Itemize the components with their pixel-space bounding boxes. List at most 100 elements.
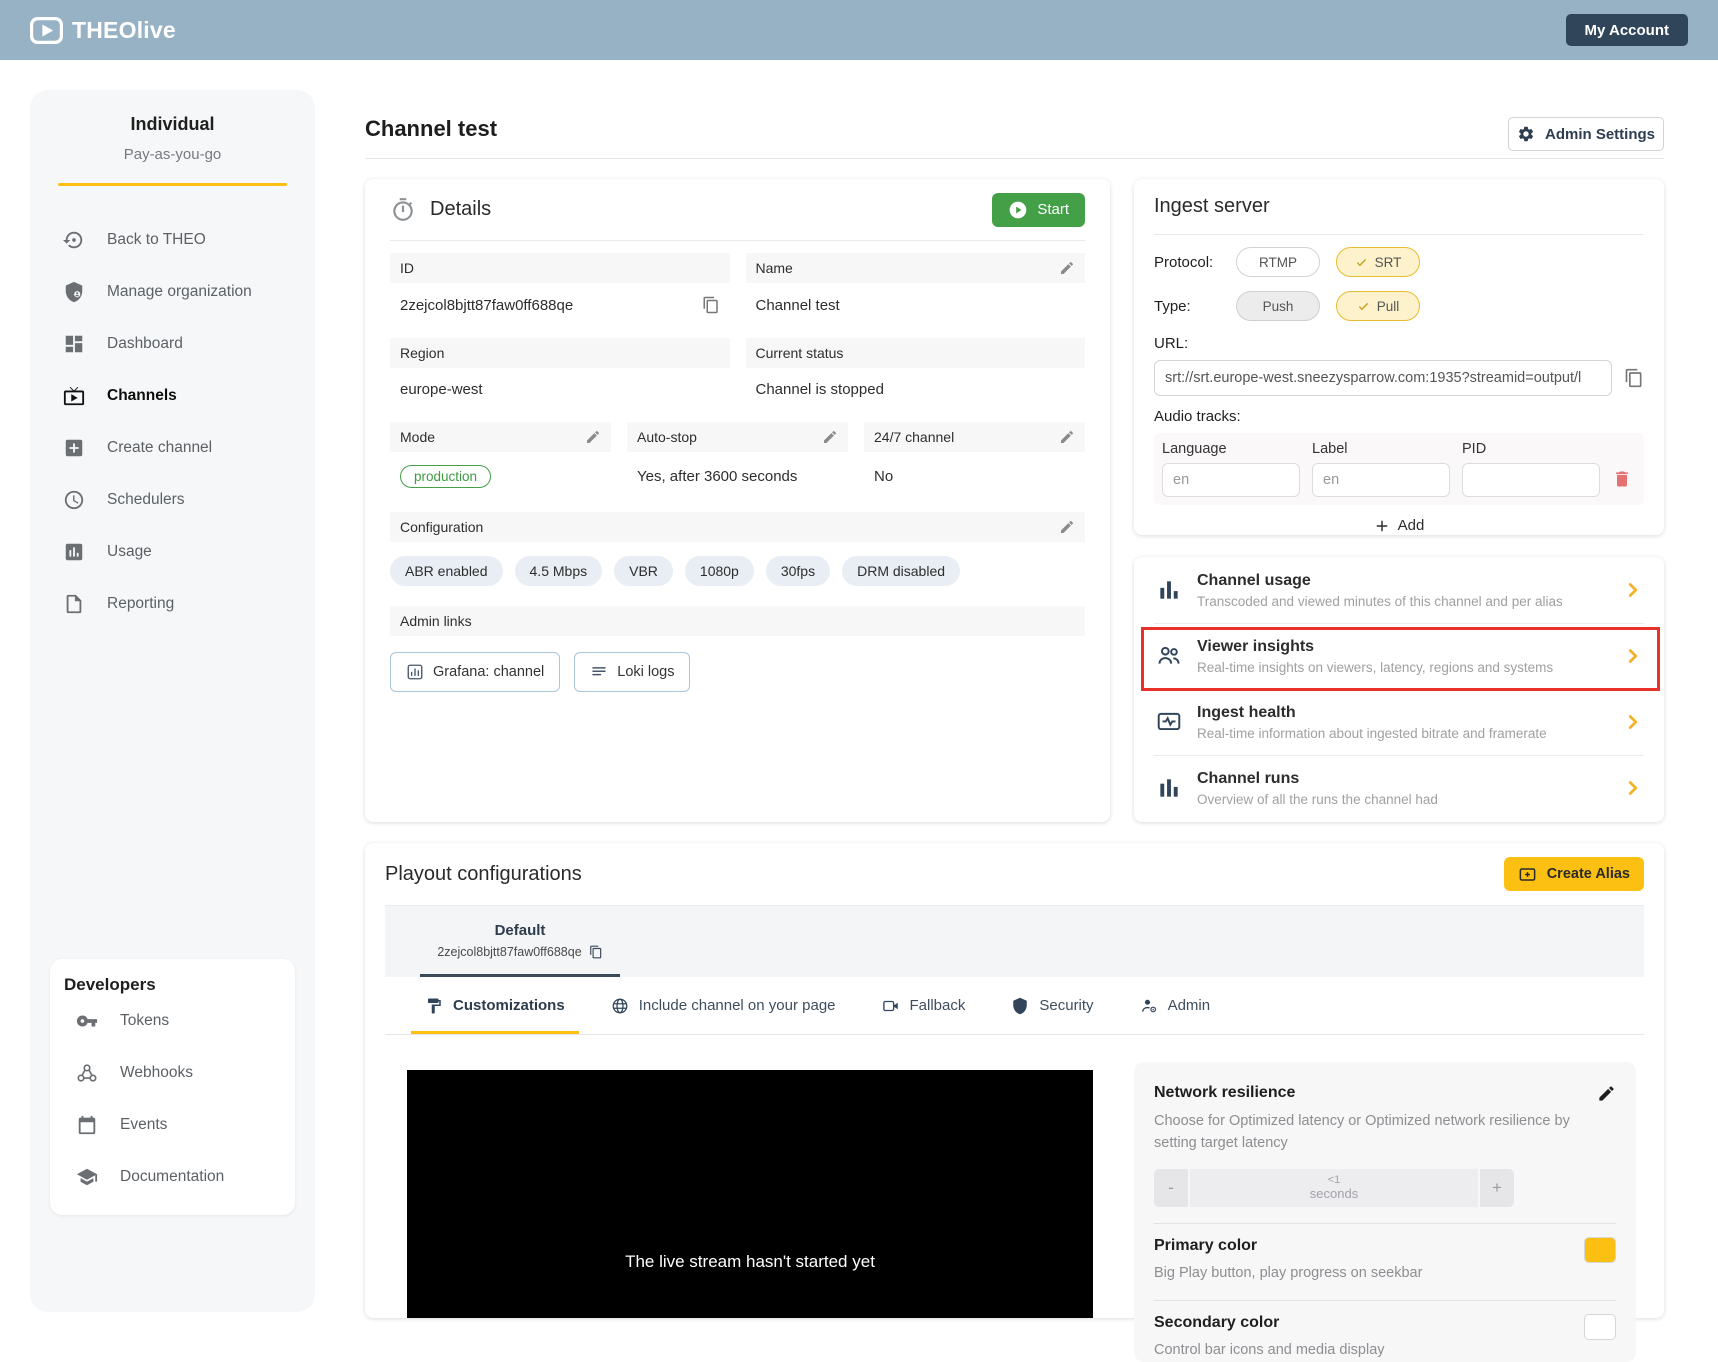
tab-label: Fallback (910, 997, 966, 1014)
ingest-url-input[interactable] (1154, 360, 1612, 396)
rtmp-label: RTMP (1259, 255, 1297, 270)
copy-url-icon[interactable] (1624, 368, 1644, 388)
edit-configuration-pencil-icon[interactable] (1059, 519, 1075, 535)
sidebar-item-label: Schedulers (107, 491, 185, 509)
audio-label-field: Label (1312, 441, 1450, 497)
details-card: Details Start ID Name 2zejcol8bjtt87faw0… (365, 179, 1110, 822)
sidebar-item-events[interactable]: Events (50, 1099, 295, 1151)
delete-audio-track-button[interactable] (1612, 469, 1632, 489)
video-camera-icon (882, 997, 900, 1015)
sidebar-item-label: Dashboard (107, 335, 183, 353)
id-value-row: 2zejcol8bjtt87faw0ff688qe (390, 283, 730, 338)
tv-icon (63, 385, 85, 407)
protocol-rtmp-button[interactable]: RTMP (1236, 247, 1320, 277)
sidebar-item-back-to-theo[interactable]: Back to THEO (30, 214, 315, 266)
tab-label: Include channel on your page (639, 997, 836, 1014)
label-column-label: Label (1312, 441, 1450, 457)
copy-alias-id-icon[interactable] (589, 945, 603, 959)
srt-label: SRT (1375, 255, 1402, 270)
config-chip: 1080p (685, 556, 754, 586)
admin-settings-label: Admin Settings (1545, 126, 1655, 143)
sidebar-item-label: Back to THEO (107, 231, 206, 249)
sidebar-item-documentation[interactable]: Documentation (50, 1151, 295, 1203)
status-label-row: Current status (746, 338, 1086, 368)
tab-include-channel[interactable]: Include channel on your page (611, 977, 836, 1034)
sidebar-item-label: Events (120, 1116, 167, 1134)
plus-box-icon (63, 437, 85, 459)
mode-value-row: production (390, 452, 611, 512)
config-chip: DRM disabled (842, 556, 960, 586)
loki-logs-button[interactable]: Loki logs (574, 652, 690, 692)
protocol-srt-button[interactable]: SRT (1336, 247, 1420, 277)
latency-decrease-button[interactable]: - (1154, 1169, 1188, 1207)
sidebar-item-reporting[interactable]: Reporting (30, 578, 315, 630)
type-pull-button[interactable]: Pull (1336, 291, 1420, 321)
edit-network-resilience-pencil-icon[interactable] (1597, 1084, 1616, 1103)
sidebar-item-tokens[interactable]: Tokens (50, 995, 295, 1047)
id-label-row: ID (390, 253, 730, 283)
tab-label: Security (1039, 997, 1093, 1014)
autostop-label: Auto-stop (637, 429, 697, 445)
push-label: Push (1263, 299, 1294, 314)
developers-card: Developers Tokens Webhooks Events Docume… (50, 959, 295, 1215)
viewer-insights-row[interactable]: Viewer insights Real-time insights on vi… (1134, 623, 1664, 689)
add-audio-track-button[interactable]: Add (1364, 511, 1435, 540)
my-account-button[interactable]: My Account (1566, 14, 1688, 46)
pid-column-label: PID (1462, 441, 1600, 457)
shield-icon (1011, 997, 1029, 1015)
ingest-title: Ingest server (1154, 179, 1644, 235)
edit-mode-pencil-icon[interactable] (585, 429, 601, 445)
sidebar-item-channels[interactable]: Channels (30, 370, 315, 422)
primary-color-swatch[interactable] (1584, 1237, 1616, 1263)
organization-plan: Pay-as-you-go (30, 146, 315, 163)
key-icon (76, 1010, 98, 1032)
tab-fallback[interactable]: Fallback (882, 977, 966, 1034)
tab-customizations[interactable]: Customizations (425, 977, 565, 1034)
channel-runs-subtitle: Overview of all the runs the channel had (1197, 792, 1438, 807)
bar-chart-icon (1154, 775, 1184, 801)
graduation-cap-icon (76, 1166, 98, 1188)
playout-tabs: Customizations Include channel on your p… (385, 977, 1644, 1035)
channel-usage-subtitle: Transcoded and viewed minutes of this ch… (1197, 594, 1563, 609)
type-push-button[interactable]: Push (1236, 291, 1320, 321)
secondary-color-title: Secondary color (1154, 1314, 1584, 1332)
start-button[interactable]: Start (992, 193, 1085, 227)
edit-name-pencil-icon[interactable] (1059, 260, 1075, 276)
sidebar-item-webhooks[interactable]: Webhooks (50, 1047, 295, 1099)
ingest-health-row[interactable]: Ingest health Real-time information abou… (1134, 689, 1664, 755)
latency-increase-button[interactable]: + (1480, 1169, 1514, 1207)
copy-id-icon[interactable] (702, 296, 720, 314)
sidebar-item-label: Tokens (120, 1012, 169, 1030)
admin-settings-button[interactable]: Admin Settings (1508, 117, 1664, 151)
sidebar-item-create-channel[interactable]: Create channel (30, 422, 315, 474)
video-player-preview[interactable]: The live stream hasn't started yet (407, 1070, 1093, 1318)
autostop-value-row: Yes, after 3600 seconds (627, 452, 848, 512)
sidebar-item-schedulers[interactable]: Schedulers (30, 474, 315, 526)
secondary-color-swatch[interactable] (1584, 1314, 1616, 1340)
label-input[interactable] (1312, 463, 1450, 497)
globe-icon (611, 997, 629, 1015)
edit-autostop-pencil-icon[interactable] (822, 429, 838, 445)
title-divider (365, 158, 1664, 159)
pid-input[interactable] (1462, 463, 1600, 497)
alias-tab-default[interactable]: Default 2zejcol8bjtt87faw0ff688qe (420, 906, 620, 977)
tab-admin[interactable]: Admin (1140, 977, 1211, 1034)
panel-divider (1154, 1223, 1616, 1224)
sidebar-item-manage-organization[interactable]: Manage organization (30, 266, 315, 318)
tab-security[interactable]: Security (1011, 977, 1093, 1034)
protocol-label: Protocol: (1154, 254, 1236, 271)
play-circle-icon (1008, 200, 1028, 220)
url-row (1154, 360, 1644, 396)
plus-icon (1374, 518, 1390, 534)
sidebar-item-dashboard[interactable]: Dashboard (30, 318, 315, 370)
create-alias-button[interactable]: Create Alias (1504, 857, 1644, 891)
brand-logo[interactable]: THEOlive (30, 17, 176, 44)
channel-usage-row[interactable]: Channel usage Transcoded and viewed minu… (1134, 557, 1664, 623)
channel-runs-row[interactable]: Channel runs Overview of all the runs th… (1134, 755, 1664, 821)
sidebar-item-usage[interactable]: Usage (30, 526, 315, 578)
grafana-channel-button[interactable]: Grafana: channel (390, 652, 560, 692)
edit-channel247-pencil-icon[interactable] (1059, 429, 1075, 445)
language-input[interactable] (1162, 463, 1300, 497)
create-alias-label: Create Alias (1547, 866, 1630, 882)
sidebar-item-label: Manage organization (107, 283, 252, 301)
